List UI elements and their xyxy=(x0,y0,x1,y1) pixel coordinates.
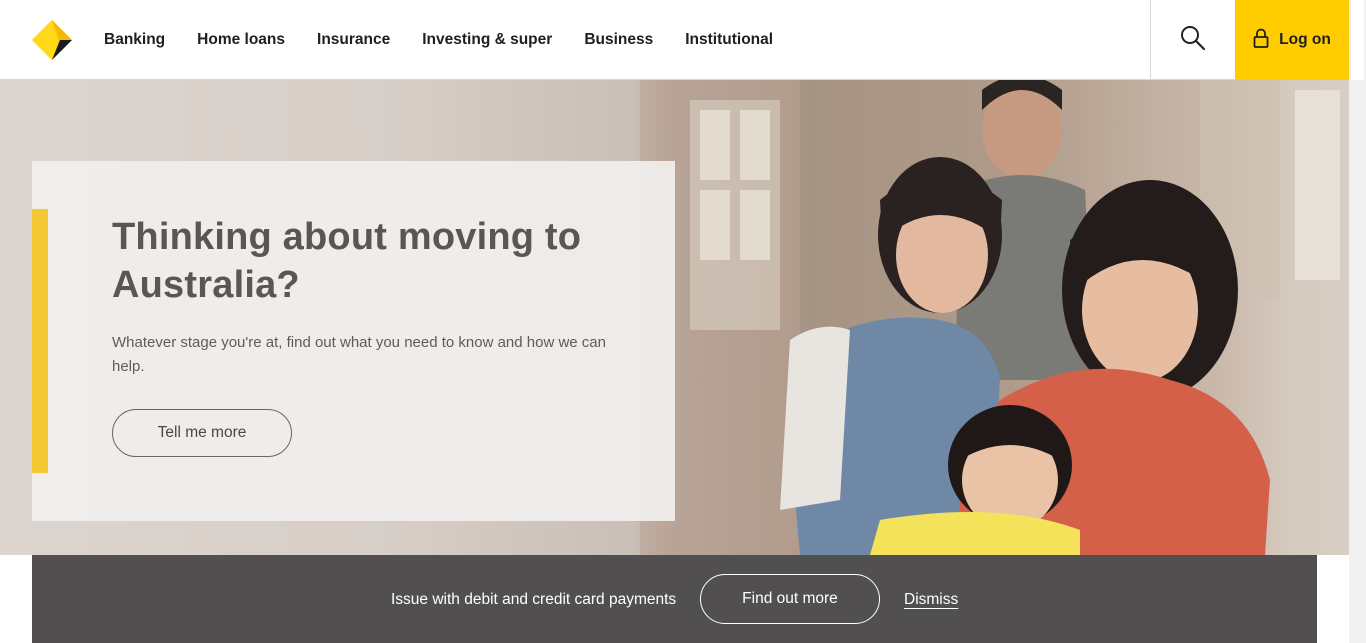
nav-business[interactable]: Business xyxy=(584,31,653,49)
log-on-label: Log on xyxy=(1279,31,1331,48)
nav-investing-super[interactable]: Investing & super xyxy=(422,31,552,49)
site-header: Banking Home loans Insurance Investing &… xyxy=(0,0,1349,80)
card-accent-bar xyxy=(32,209,48,473)
tell-me-more-button[interactable]: Tell me more xyxy=(112,409,292,457)
hero-description: Whatever stage you're at, find out what … xyxy=(112,334,606,375)
main-nav: Banking Home loans Insurance Investing &… xyxy=(104,0,805,80)
alert-message: Issue with debit and credit card payment… xyxy=(391,591,677,608)
hero-title: Thinking about moving to Australia? xyxy=(112,216,582,306)
log-on-button[interactable]: Log on xyxy=(1235,0,1349,80)
scrollbar-thumb[interactable] xyxy=(1351,0,1364,80)
nav-insurance[interactable]: Insurance xyxy=(317,31,390,49)
nav-institutional[interactable]: Institutional xyxy=(685,31,773,49)
nav-banking[interactable]: Banking xyxy=(104,31,165,49)
search-button[interactable] xyxy=(1150,0,1235,80)
scrollbar[interactable] xyxy=(1349,0,1366,643)
brand-logo-icon[interactable] xyxy=(32,20,72,60)
nav-home-loans[interactable]: Home loans xyxy=(197,31,285,49)
dismiss-link[interactable]: Dismiss xyxy=(904,591,958,609)
lock-icon xyxy=(1253,28,1269,53)
find-out-more-button[interactable]: Find out more xyxy=(700,574,880,624)
search-icon xyxy=(1180,25,1206,56)
